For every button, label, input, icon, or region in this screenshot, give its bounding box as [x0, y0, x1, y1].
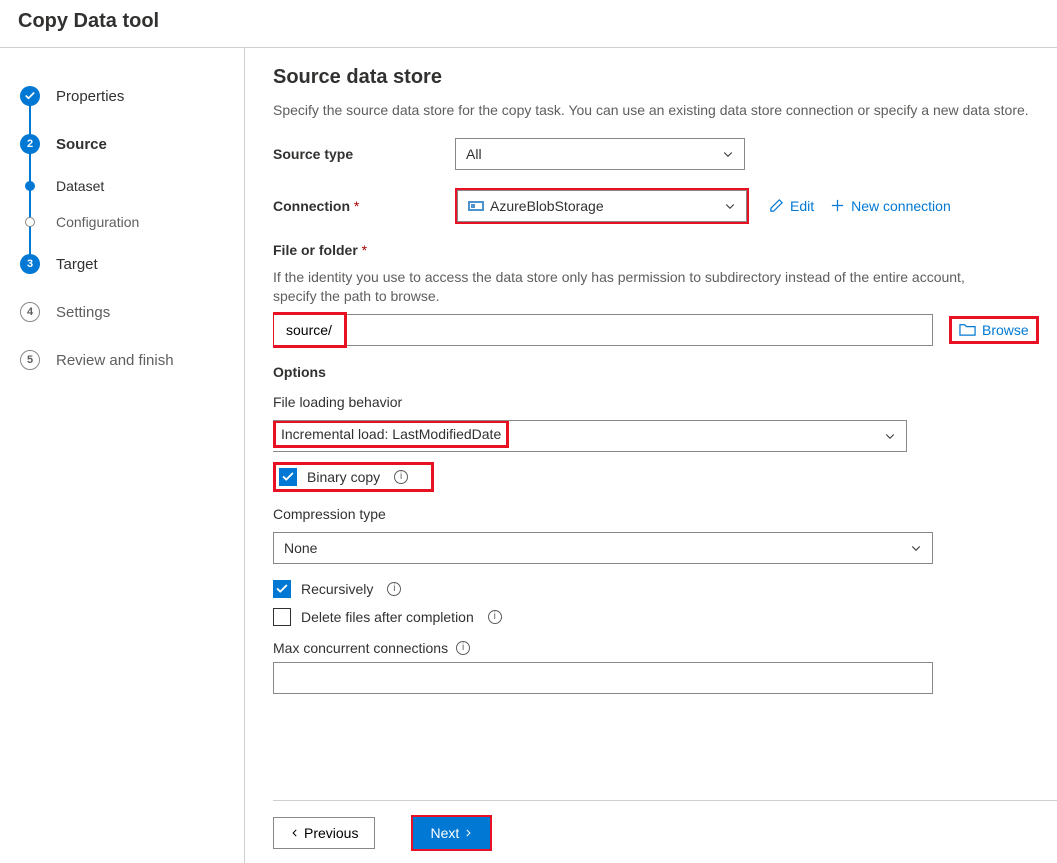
- edit-connection-button[interactable]: Edit: [761, 194, 822, 218]
- wizard-step-target[interactable]: 3 Target: [20, 240, 234, 288]
- info-icon[interactable]: i: [488, 610, 502, 624]
- next-button[interactable]: Next: [413, 817, 490, 849]
- binary-copy-checkbox[interactable]: [279, 468, 297, 486]
- page-title: Copy Data tool: [0, 0, 1057, 47]
- step-number-icon: 2: [20, 134, 40, 154]
- max-conn-input[interactable]: [284, 663, 922, 693]
- new-connection-button[interactable]: New connection: [822, 194, 959, 218]
- wizard-substep-configuration[interactable]: Configuration: [20, 204, 234, 240]
- chevron-down-icon: [884, 430, 896, 442]
- info-icon[interactable]: i: [456, 641, 470, 655]
- recursively-label: Recursively: [301, 581, 373, 597]
- browse-button[interactable]: Browse: [951, 318, 1037, 342]
- chevron-down-icon: [910, 542, 922, 554]
- delete-after-label: Delete files after completion: [301, 609, 474, 625]
- chevron-left-icon: [290, 828, 300, 838]
- max-conn-label: Max concurrent connections: [273, 640, 448, 656]
- wizard-step-settings[interactable]: 4 Settings: [20, 288, 234, 336]
- plus-icon: [830, 198, 845, 213]
- max-conn-input-wrap: [273, 662, 933, 694]
- new-connection-label: New connection: [851, 198, 951, 214]
- wizard-footer: Previous Next: [273, 800, 1057, 863]
- previous-button[interactable]: Previous: [273, 817, 375, 849]
- previous-label: Previous: [304, 825, 358, 841]
- folder-icon: [959, 322, 976, 337]
- wizard-step-label: Settings: [56, 304, 110, 321]
- section-heading: Source data store: [273, 66, 1053, 89]
- wizard-step-label: Review and finish: [56, 352, 174, 369]
- section-description: Specify the source data store for the co…: [273, 101, 1053, 120]
- connection-label: Connection: [273, 198, 455, 214]
- wizard-substep-dataset[interactable]: Dataset: [20, 168, 234, 204]
- wizard-step-label: Properties: [56, 88, 124, 105]
- compression-select[interactable]: None: [273, 532, 933, 564]
- file-folder-hint: If the identity you use to access the da…: [273, 268, 973, 306]
- recursively-checkbox[interactable]: [273, 580, 291, 598]
- edit-label: Edit: [790, 198, 814, 214]
- options-heading: Options: [273, 364, 1053, 380]
- source-type-label: Source type: [273, 146, 455, 162]
- compression-label: Compression type: [273, 506, 1053, 522]
- browse-label: Browse: [982, 322, 1029, 338]
- chevron-down-icon: [724, 200, 736, 212]
- file-folder-input-wrap: [273, 314, 933, 346]
- info-icon[interactable]: i: [394, 470, 408, 484]
- next-label: Next: [430, 825, 459, 841]
- wizard-substep-label: Configuration: [56, 214, 139, 230]
- chevron-right-icon: [463, 828, 473, 838]
- source-type-select[interactable]: All: [455, 138, 745, 170]
- file-folder-input[interactable]: [284, 315, 922, 345]
- wizard-step-source[interactable]: 2 Source: [20, 120, 234, 168]
- wizard-nav: Properties 2 Source Dataset Configuratio…: [0, 48, 245, 863]
- step-number-icon: 5: [20, 350, 40, 370]
- binary-copy-label: Binary copy: [307, 469, 380, 485]
- pencil-icon: [769, 198, 784, 213]
- wizard-step-properties[interactable]: Properties: [20, 72, 234, 120]
- step-number-icon: 4: [20, 302, 40, 322]
- connection-select[interactable]: AzureBlobStorage: [457, 190, 747, 222]
- dot-icon: [25, 217, 35, 227]
- step-number-icon: 3: [20, 254, 40, 274]
- wizard-step-label: Source: [56, 136, 107, 153]
- delete-after-checkbox[interactable]: [273, 608, 291, 626]
- main-panel: Source data store Specify the source dat…: [245, 48, 1057, 863]
- storage-icon: [468, 199, 484, 213]
- dot-icon: [25, 181, 35, 191]
- wizard-step-label: Target: [56, 256, 98, 273]
- compression-value: None: [284, 540, 317, 556]
- chevron-down-icon: [722, 148, 734, 160]
- file-loading-label: File loading behavior: [273, 394, 1053, 410]
- connection-value: AzureBlobStorage: [490, 198, 604, 214]
- check-icon: [20, 86, 40, 106]
- info-icon[interactable]: i: [387, 582, 401, 596]
- file-loading-select[interactable]: [273, 420, 907, 452]
- wizard-step-review[interactable]: 5 Review and finish: [20, 336, 234, 384]
- source-type-value: All: [466, 146, 482, 162]
- wizard-substep-label: Dataset: [56, 178, 104, 194]
- file-folder-label: File or folder: [273, 242, 1053, 258]
